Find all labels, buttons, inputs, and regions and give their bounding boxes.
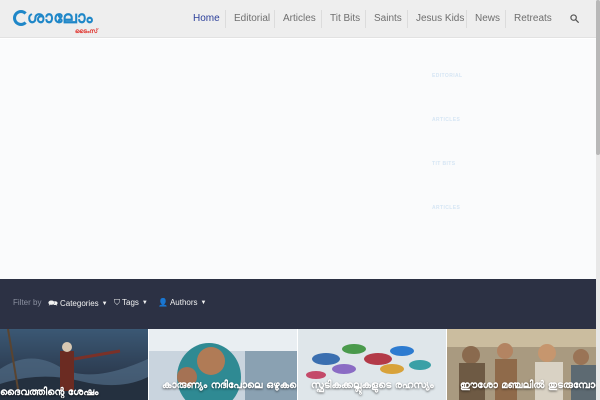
user-icon: 👤 bbox=[158, 298, 168, 307]
post-card-title[interactable]: ഈശോ മഞ്ചലിൽ തുടരുമ്പോൾ bbox=[460, 379, 596, 392]
tags-dropdown[interactable]: ⛉ Tags ▼ bbox=[114, 298, 148, 308]
hero-label-editorial[interactable]: EDITORIAL bbox=[432, 73, 462, 79]
site-logo[interactable]: ശാലോം ടൈംസ് bbox=[13, 6, 125, 35]
logo-subtext: ടൈംസ് bbox=[75, 28, 98, 35]
nav-item-tit-bits[interactable]: Tit Bits bbox=[330, 13, 360, 24]
nav-item-articles[interactable]: Articles bbox=[283, 13, 316, 24]
filter-by-label: Filter by bbox=[13, 298, 42, 307]
post-card[interactable]: ഈശോ മഞ്ചലിൽ തുടരുമ്പോൾ bbox=[447, 329, 596, 400]
nav-separator bbox=[466, 10, 467, 28]
authors-dropdown[interactable]: 👤 Authors ▼ bbox=[158, 298, 207, 307]
post-card-title[interactable]: ദൈവത്തിന്റെ ശേഷം bbox=[0, 386, 98, 399]
authors-label: Authors bbox=[169, 298, 198, 307]
nav-separator bbox=[365, 10, 366, 28]
post-card-title[interactable]: കാരുണ്യം നദിപോലെ ഒഴുകട്ടെ bbox=[162, 379, 297, 392]
caret-down-icon: ▼ bbox=[200, 300, 207, 306]
nav-item-saints[interactable]: Saints bbox=[374, 13, 402, 24]
tags-label: Tags bbox=[122, 298, 139, 307]
nav-item-editorial[interactable]: Editorial bbox=[234, 13, 270, 24]
hero-label-articles-2[interactable]: ARTICLES bbox=[432, 205, 460, 211]
nav-separator bbox=[505, 10, 506, 28]
nav-separator bbox=[274, 10, 275, 28]
nav-separator bbox=[321, 10, 322, 28]
nav-item-retreats[interactable]: Retreats bbox=[514, 13, 552, 24]
categories-label: Categories bbox=[59, 299, 99, 308]
hero-label-articles[interactable]: ARTICLES bbox=[432, 117, 460, 123]
logo-text: ശാലോം bbox=[27, 8, 94, 28]
hero-label-tit-bits[interactable]: TIT BITS bbox=[432, 161, 455, 167]
post-card[interactable]: സ്ഫടികക്കല്ലുകളുടെ രഹസ്യം bbox=[298, 329, 446, 400]
scrollbar-thumb[interactable] bbox=[596, 0, 600, 155]
search-icon[interactable] bbox=[570, 14, 579, 23]
caret-down-icon: ▼ bbox=[141, 300, 148, 306]
caret-down-icon: ▼ bbox=[101, 301, 108, 307]
filter-bar: Filter by 🗪 Categories ▼ ⛉ Tags ▼ 👤 Authors ▼ bbox=[0, 279, 596, 329]
nav-separator bbox=[407, 10, 408, 28]
nav-separator bbox=[225, 10, 226, 28]
nav-item-home[interactable]: Home bbox=[193, 13, 220, 24]
hero-slider[interactable]: EDITORIAL ARTICLES TIT BITS ARTICLES bbox=[0, 39, 596, 279]
nav-item-jesus-kids[interactable]: Jesus Kids bbox=[416, 13, 464, 24]
post-card-title[interactable]: സ്ഫടികക്കല്ലുകളുടെ രഹസ്യം bbox=[311, 379, 434, 392]
post-card[interactable]: ദൈവത്തിന്റെ ശേഷം bbox=[0, 329, 148, 400]
nav-item-news[interactable]: News bbox=[475, 13, 500, 24]
tag-icon: ⛉ bbox=[114, 298, 120, 307]
post-card[interactable]: കാരുണ്യം നദിപോലെ ഒഴുകട്ടെ bbox=[149, 329, 297, 400]
categories-dropdown[interactable]: 🗪 Categories ▼ bbox=[48, 298, 108, 312]
page: ശാലോം ടൈംസ് Home Editorial Articles Tit … bbox=[0, 0, 600, 400]
chat-bubbles-icon: 🗪 bbox=[48, 299, 58, 308]
page-scrollbar[interactable] bbox=[596, 0, 600, 400]
site-header: ശാലോം ടൈംസ് Home Editorial Articles Tit … bbox=[0, 0, 596, 38]
